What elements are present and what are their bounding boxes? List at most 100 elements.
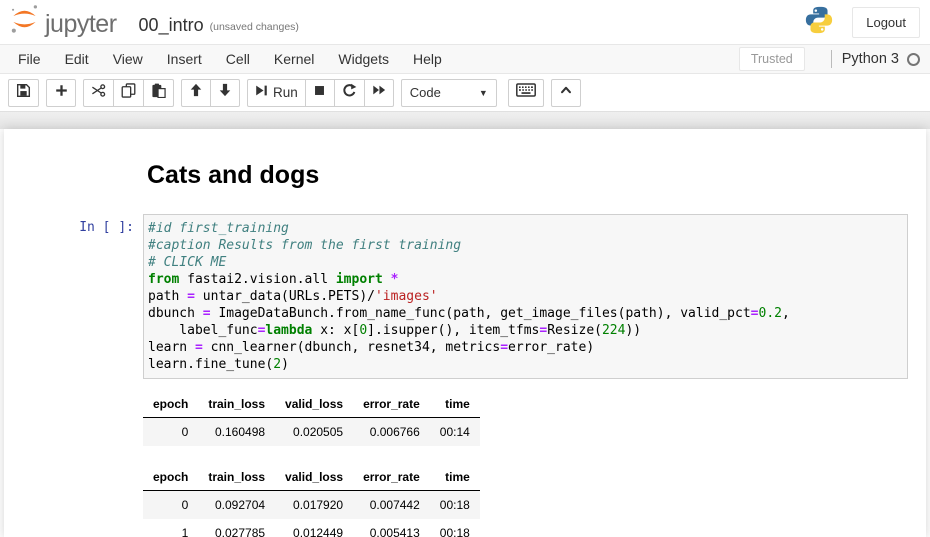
table-cell: 0.006766 — [353, 418, 430, 447]
table-row: 10.0277850.0124490.00541300:18 — [143, 519, 480, 537]
run-button-label: Run — [273, 85, 298, 100]
table-header-cell: train_loss — [198, 392, 275, 418]
cut-cell-button[interactable] — [83, 79, 114, 107]
code-line: learn = cnn_learner(dbunch, resnet34, me… — [148, 339, 903, 356]
restart-run-all-icon — [372, 83, 386, 102]
output-dataframe: epochtrain_lossvalid_losserror_ratetime0… — [143, 392, 480, 446]
table-cell: 0.027785 — [198, 519, 275, 537]
menu-file[interactable]: File — [6, 46, 53, 72]
code-line: from fastai2.vision.all import * — [148, 271, 903, 288]
run-icon — [255, 84, 268, 102]
training-results-table-2: epochtrain_lossvalid_losserror_ratetime0… — [143, 465, 926, 537]
copy-icon — [121, 83, 136, 103]
page-title: Cats and dogs — [147, 161, 908, 190]
menubar: File Edit View Insert Cell Kernel Widget… — [0, 44, 930, 74]
code-line: #caption Results from the first training — [148, 237, 903, 254]
output-area: epochtrain_lossvalid_losserror_ratetime0… — [143, 392, 926, 537]
table-cell: 0.092704 — [198, 491, 275, 520]
restart-icon — [342, 83, 357, 103]
paste-icon — [151, 83, 166, 103]
cut-icon — [91, 83, 106, 103]
code-line: dbunch = ImageDataBunch.from_name_func(p… — [148, 305, 903, 322]
trusted-badge[interactable]: Trusted — [739, 47, 805, 71]
table-cell: 0.020505 — [275, 418, 353, 447]
code-line: label_func=lambda x: x[0].isupper(), ite… — [148, 322, 903, 339]
code-line: path = untar_data(URLs.PETS)/'images' — [148, 288, 903, 305]
autosave-status: (unsaved changes) — [210, 21, 299, 33]
command-palette-button[interactable] — [508, 79, 544, 107]
output-dataframe: epochtrain_lossvalid_losserror_ratetime0… — [143, 465, 480, 537]
notebook-container: Cats and dogs In [ ]: #id first_training… — [4, 129, 926, 537]
table-row: 00.0927040.0179200.00744200:18 — [143, 491, 480, 520]
input-prompt: In [ ]: — [4, 214, 143, 379]
stop-icon — [313, 84, 326, 102]
code-line: # CLICK ME — [148, 254, 903, 271]
move-cell-up-button[interactable] — [181, 79, 211, 107]
move-down-icon — [218, 83, 232, 102]
table-cell: 1 — [143, 519, 198, 537]
menu-kernel[interactable]: Kernel — [262, 46, 326, 72]
notebook-header: jupyter 00_intro (unsaved changes) Logou… — [0, 0, 930, 44]
table-cell: 0 — [143, 418, 198, 447]
table-cell: 0.017920 — [275, 491, 353, 520]
menu-help[interactable]: Help — [401, 46, 454, 72]
table-cell: 00:18 — [430, 491, 480, 520]
table-header-cell: error_rate — [353, 465, 430, 491]
code-editor[interactable]: #id first_training#caption Results from … — [143, 214, 908, 379]
move-up-icon — [189, 83, 203, 102]
restart-run-all-button[interactable] — [364, 79, 394, 107]
table-header-cell: epoch — [143, 465, 198, 491]
python-logo-icon — [804, 5, 834, 40]
markdown-cell-prompt — [4, 153, 143, 214]
keyboard-icon — [516, 83, 536, 102]
logout-button[interactable]: Logout — [852, 7, 920, 38]
save-icon — [16, 83, 31, 103]
markdown-cell[interactable]: Cats and dogs — [4, 153, 926, 214]
menu-cell[interactable]: Cell — [214, 46, 262, 72]
paste-cell-button[interactable] — [143, 79, 174, 107]
table-cell: 0 — [143, 491, 198, 520]
table-cell: 00:14 — [430, 418, 480, 447]
toolbar: Run Code ▼ — [0, 74, 930, 111]
table-cell: 0.012449 — [275, 519, 353, 537]
insert-cell-below-button[interactable] — [46, 79, 76, 107]
table-header-cell: train_loss — [198, 465, 275, 491]
copy-cell-button[interactable] — [113, 79, 144, 107]
menu-widgets[interactable]: Widgets — [326, 46, 401, 72]
jupyter-logo[interactable]: jupyter — [8, 3, 117, 41]
table-cell: 0.160498 — [198, 418, 275, 447]
chevron-up-icon — [559, 83, 573, 102]
training-results-table-1: epochtrain_lossvalid_losserror_ratetime0… — [143, 392, 926, 446]
table-header-cell: epoch — [143, 392, 198, 418]
jupyter-wordmark: jupyter — [45, 10, 117, 39]
table-cell: 0.007442 — [353, 491, 430, 520]
interrupt-kernel-button[interactable] — [305, 79, 335, 107]
cell-type-value: Code — [410, 85, 441, 100]
menu-edit[interactable]: Edit — [53, 46, 101, 72]
code-cell: In [ ]: #id first_training#caption Resul… — [4, 214, 926, 379]
menu-view[interactable]: View — [101, 46, 155, 72]
scroll-to-top-button[interactable] — [551, 79, 581, 107]
table-header-cell: error_rate — [353, 392, 430, 418]
notebook-title[interactable]: 00_intro — [139, 15, 204, 36]
move-cell-down-button[interactable] — [210, 79, 240, 107]
jupyter-logo-icon — [8, 3, 41, 41]
table-cell: 0.005413 — [353, 519, 430, 537]
code-line: learn.fine_tune(2) — [148, 356, 903, 373]
menu-insert[interactable]: Insert — [155, 46, 214, 72]
restart-kernel-button[interactable] — [334, 79, 365, 107]
kernel-divider — [831, 50, 832, 68]
table-header-cell: valid_loss — [275, 465, 353, 491]
table-header-cell: valid_loss — [275, 392, 353, 418]
save-button[interactable] — [8, 79, 39, 107]
kernel-name: Python 3 — [842, 51, 899, 67]
add-cell-icon — [55, 84, 68, 102]
cell-type-dropdown[interactable]: Code ▼ — [401, 79, 497, 107]
run-cell-button[interactable]: Run — [247, 79, 306, 107]
notebook-background-band — [0, 111, 930, 129]
table-cell: 00:18 — [430, 519, 480, 537]
kernel-idle-indicator-icon — [907, 53, 920, 66]
chevron-down-icon: ▼ — [479, 88, 488, 98]
table-header-cell: time — [430, 465, 480, 491]
table-row: 00.1604980.0205050.00676600:14 — [143, 418, 480, 447]
